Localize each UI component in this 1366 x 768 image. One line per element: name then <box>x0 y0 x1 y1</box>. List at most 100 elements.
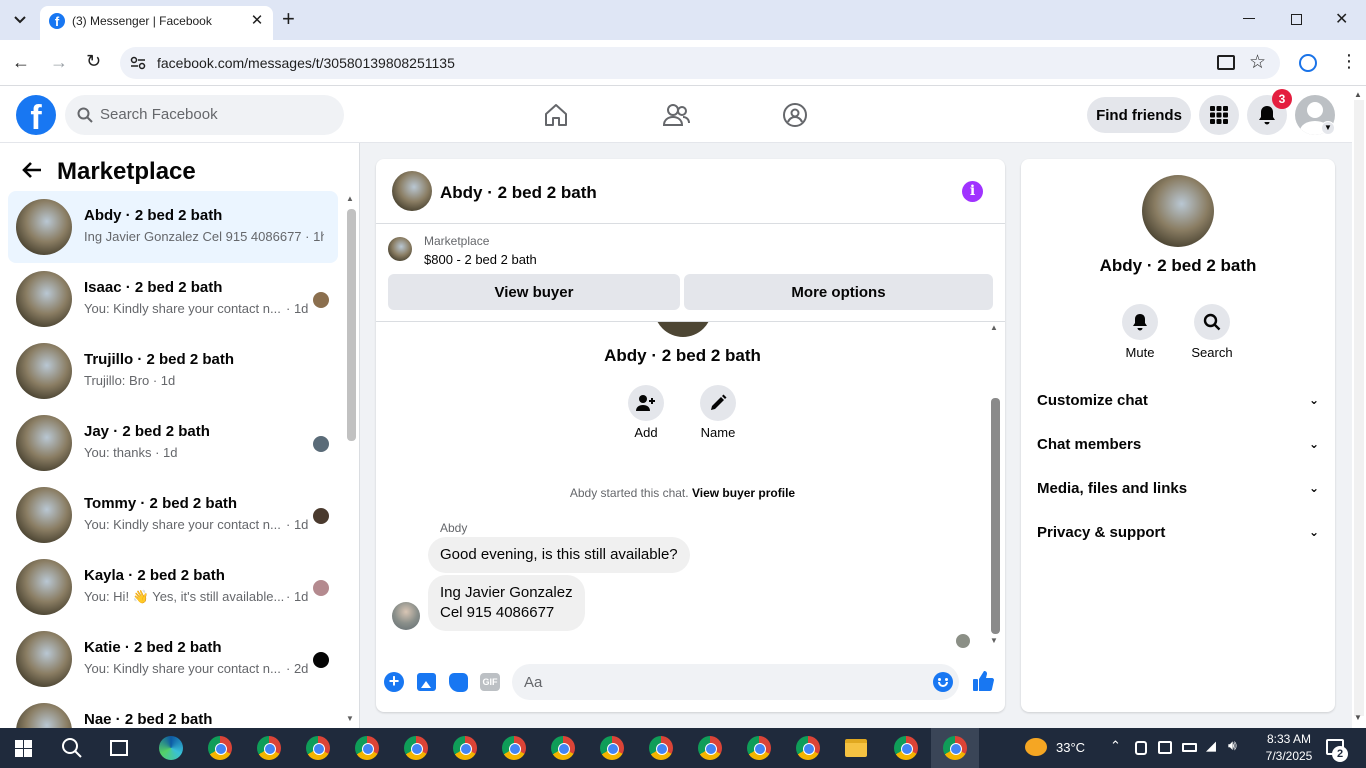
volume-icon[interactable]: 🔊︎ <box>1228 737 1237 754</box>
wifi-icon[interactable]: ◢ <box>1206 738 1216 754</box>
weather-icon[interactable] <box>1025 738 1047 756</box>
task-view-icon[interactable] <box>110 740 128 756</box>
list-scrollbar[interactable] <box>347 209 356 441</box>
message-text-line2: Cel 915 4086677 <box>440 604 555 621</box>
chrome-taskbar-icon[interactable] <box>355 736 379 760</box>
chrome-taskbar-icon[interactable] <box>502 736 526 760</box>
chrome-taskbar-icon[interactable] <box>600 736 624 760</box>
tray-app-icon[interactable] <box>1135 741 1147 755</box>
back-arrow-icon[interactable] <box>21 159 43 186</box>
close-tab-icon[interactable]: ✕ <box>248 12 266 30</box>
close-window-icon[interactable]: ✕ <box>1335 9 1348 29</box>
chat-title[interactable]: Abdy · 2 bed 2 bath <box>440 183 597 203</box>
list-scroll-up-icon[interactable]: ▲ <box>346 194 354 203</box>
tab-list-button[interactable] <box>8 8 32 32</box>
home-icon[interactable] <box>543 102 569 133</box>
search-input[interactable]: Search Facebook <box>65 95 344 135</box>
forward-icon[interactable]: → <box>50 52 68 73</box>
friends-icon[interactable] <box>662 102 690 133</box>
chrome-taskbar-icon-active[interactable] <box>943 736 967 760</box>
name-button[interactable] <box>700 385 736 421</box>
chat-scrollbar[interactable] <box>991 398 1000 634</box>
page-scroll-down-icon[interactable]: ▼ <box>1354 713 1362 722</box>
chrome-taskbar-icon[interactable] <box>649 736 673 760</box>
facebook-logo-icon[interactable]: f <box>16 95 56 135</box>
conversation-item[interactable]: Nae · 2 bed 2 bath <box>8 695 338 728</box>
account-chevron-icon[interactable]: ▼ <box>1321 121 1335 135</box>
file-explorer-icon[interactable] <box>845 739 867 757</box>
emoji-icon[interactable] <box>933 672 953 692</box>
customize-chat-row[interactable]: Customize chat ⌄ <box>1037 386 1319 414</box>
page-scroll-up-icon[interactable]: ▲ <box>1354 90 1362 99</box>
reload-icon[interactable]: ↻ <box>86 51 101 72</box>
chrome-taskbar-icon[interactable] <box>894 736 918 760</box>
browser-tab[interactable]: f (3) Messenger | Facebook ✕ <box>40 6 273 40</box>
media-files-links-row[interactable]: Media, files and links ⌄ <box>1037 474 1319 502</box>
chrome-taskbar-icon[interactable] <box>306 736 330 760</box>
search-taskbar-icon[interactable] <box>61 737 83 764</box>
conversation-item[interactable]: Abdy · 2 bed 2 bath Ing Javier Gonzalez … <box>8 191 338 263</box>
address-bar[interactable]: facebook.com/messages/t/3058013980825113… <box>120 47 1280 79</box>
chat-members-row[interactable]: Chat members ⌄ <box>1037 430 1319 458</box>
conversation-item[interactable]: Tommy · 2 bed 2 bath You: Kindly share y… <box>8 479 338 551</box>
sender-avatar[interactable] <box>392 602 420 630</box>
message-bubble[interactable]: Ing Javier Gonzalez Cel 915 4086677 <box>428 575 585 631</box>
chrome-taskbar-icon[interactable] <box>208 736 232 760</box>
chat-scroll-down-icon[interactable]: ▼ <box>990 636 998 645</box>
chat-avatar[interactable] <box>392 171 432 211</box>
view-buyer-profile-link[interactable]: View buyer profile <box>692 486 795 500</box>
info-icon[interactable]: i <box>962 181 983 202</box>
chrome-taskbar-icon[interactable] <box>698 736 722 760</box>
conversation-item[interactable]: Kayla · 2 bed 2 bath You: Hi! 👋 Yes, it'… <box>8 551 338 623</box>
back-icon[interactable]: ← <box>12 52 30 73</box>
bookmark-star-icon[interactable]: ☆ <box>1249 51 1266 74</box>
chat-scroll-up-icon[interactable]: ▲ <box>990 323 998 332</box>
new-tab-button[interactable]: + <box>282 8 302 32</box>
tray-chevron-icon[interactable]: ⌃ <box>1110 738 1121 754</box>
profile-icon[interactable] <box>1299 54 1317 72</box>
site-info-icon[interactable] <box>130 56 146 70</box>
browser-menu-icon[interactable]: ⋮ <box>1340 52 1358 70</box>
view-buyer-button[interactable]: View buyer <box>388 274 680 310</box>
gif-icon[interactable]: GIF <box>480 673 500 691</box>
list-scroll-down-icon[interactable]: ▼ <box>346 714 354 723</box>
listing-thumbnail[interactable] <box>388 237 412 261</box>
clock-date[interactable]: 7/3/2025 <box>1258 749 1320 763</box>
temperature[interactable]: 33°C <box>1056 740 1085 755</box>
thumbs-up-icon[interactable] <box>972 670 994 697</box>
conversation-item[interactable]: Trujillo · 2 bed 2 bath Trujillo: Bro · … <box>8 335 338 407</box>
attach-photo-icon[interactable] <box>417 673 436 691</box>
sticker-icon[interactable] <box>449 673 468 692</box>
chrome-taskbar-icon[interactable] <box>796 736 820 760</box>
listing-title[interactable]: $800 - 2 bed 2 bath <box>424 252 537 267</box>
more-options-button[interactable]: More options <box>684 274 993 310</box>
install-app-icon[interactable] <box>1217 55 1235 70</box>
chrome-taskbar-icon[interactable] <box>257 736 281 760</box>
edge-icon[interactable] <box>159 736 183 760</box>
message-bubble[interactable]: Good evening, is this still available? <box>428 537 690 573</box>
conversation-item[interactable]: Isaac · 2 bed 2 bath You: Kindly share y… <box>8 263 338 335</box>
conversation-item[interactable]: Katie · 2 bed 2 bath You: Kindly share y… <box>8 623 338 695</box>
chrome-taskbar-icon[interactable] <box>747 736 771 760</box>
restore-icon[interactable] <box>1291 14 1302 25</box>
clock-time[interactable]: 8:33 AM <box>1258 732 1320 746</box>
message-input[interactable]: Aa <box>512 664 959 700</box>
more-actions-icon[interactable]: + <box>384 672 404 692</box>
groups-icon[interactable] <box>782 102 808 133</box>
chrome-taskbar-icon[interactable] <box>551 736 575 760</box>
search-chat-button[interactable] <box>1194 304 1230 340</box>
mute-button[interactable] <box>1122 304 1158 340</box>
menu-grid-button[interactable] <box>1199 95 1239 135</box>
add-button[interactable] <box>628 385 664 421</box>
chrome-taskbar-icon[interactable] <box>453 736 477 760</box>
minimize-icon[interactable] <box>1243 18 1255 19</box>
conversation-item[interactable]: Jay · 2 bed 2 bath You: thanks · 1d <box>8 407 338 479</box>
chrome-taskbar-icon[interactable] <box>404 736 428 760</box>
info-avatar[interactable] <box>1142 175 1214 247</box>
start-icon[interactable] <box>15 740 32 757</box>
page-scrollbar[interactable] <box>1354 100 1364 716</box>
privacy-support-row[interactable]: Privacy & support ⌄ <box>1037 518 1319 546</box>
battery-icon[interactable] <box>1182 743 1197 752</box>
find-friends-button[interactable]: Find friends <box>1087 97 1191 133</box>
tray-app-icon[interactable] <box>1158 741 1172 754</box>
